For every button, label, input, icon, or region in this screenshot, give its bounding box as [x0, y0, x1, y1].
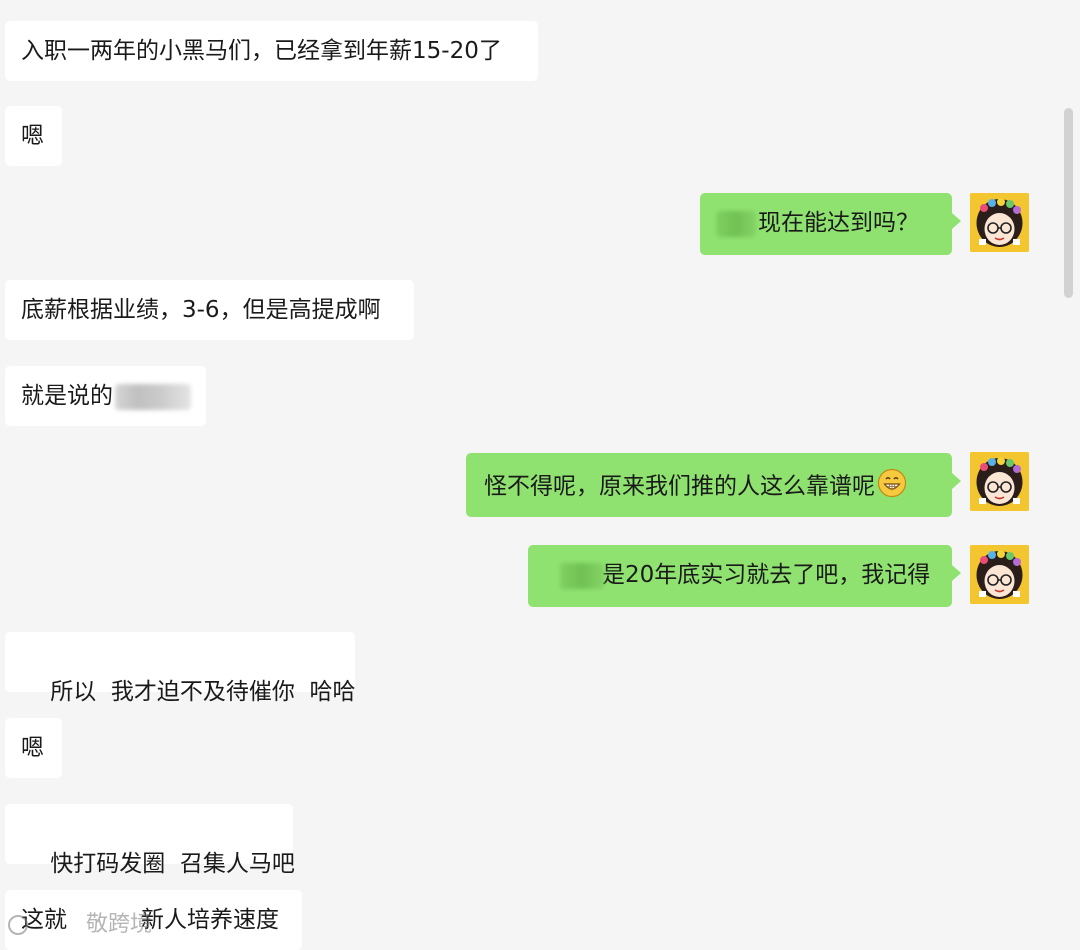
watermark: 敬跨境	[8, 906, 152, 938]
scrollbar[interactable]	[1064, 108, 1073, 298]
cartoon-girl-avatar-icon	[970, 545, 1029, 604]
outgoing-message[interactable]: 怪不得呢，原来我们推的人这么靠谱呢	[466, 453, 961, 517]
message-text: 嗯	[21, 735, 44, 761]
message-text: 是20年底实习就去了吧，我记得	[602, 562, 931, 588]
incoming-message[interactable]: 底薪根据业绩，3-6，但是高提成啊	[5, 280, 414, 340]
avatar[interactable]	[970, 193, 1029, 252]
message-text: 底薪根据业绩，3-6，但是高提成啊	[21, 297, 381, 323]
redacted-name-blur	[560, 562, 604, 589]
incoming-message[interactable]: 快打码发圈 召集人马吧	[5, 804, 295, 877]
avatar[interactable]	[970, 452, 1029, 511]
circle-logo-icon	[8, 915, 28, 935]
message-text: 快打码发圈 召集人马吧	[50, 851, 295, 877]
message-text: 所以 我才迫不及待催你 哈哈	[50, 679, 356, 705]
message-text-suffix: 新人培养速度	[141, 907, 279, 933]
redacted-name-blur	[716, 210, 756, 237]
message-text: 怪不得呢，原来我们推的人这么靠谱呢	[484, 473, 875, 500]
incoming-message[interactable]: 嗯	[5, 106, 62, 166]
message-text: 嗯	[21, 123, 44, 149]
cartoon-girl-avatar-icon	[970, 193, 1029, 252]
watermark-text: 敬跨境	[86, 912, 153, 937]
chat-message-list[interactable]: 入职一两年的小黑马们，已经拿到年薪15-20了 嗯 现在能达到吗？ 底薪根据业绩…	[0, 0, 1080, 950]
message-text: 入职一两年的小黑马们，已经拿到年薪15-20了	[21, 38, 502, 64]
grinning-face-icon	[877, 468, 907, 506]
incoming-message[interactable]: 嗯	[5, 718, 62, 778]
message-text: 现在能达到吗？	[758, 210, 919, 236]
message-text: 就是说的	[21, 383, 113, 409]
redacted-text-blur	[115, 383, 191, 410]
outgoing-message[interactable]: 是20年底实习就去了吧，我记得	[528, 545, 961, 607]
incoming-message[interactable]: 入职一两年的小黑马们，已经拿到年薪15-20了	[5, 21, 538, 81]
incoming-message[interactable]: 就是说的	[5, 366, 206, 426]
incoming-message[interactable]: 所以 我才迫不及待催你 哈哈	[5, 632, 356, 705]
outgoing-message[interactable]: 现在能达到吗？	[700, 193, 961, 255]
avatar[interactable]	[970, 545, 1029, 604]
cartoon-girl-avatar-icon	[970, 452, 1029, 511]
